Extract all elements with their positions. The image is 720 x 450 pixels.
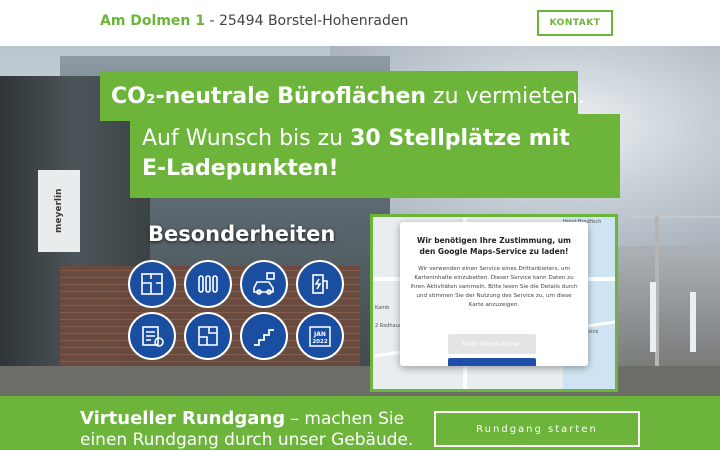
calendar-icon[interactable]: JAN 2022 (296, 312, 344, 360)
calendar-month: JAN (313, 331, 326, 338)
subheadline-banner: Auf Wunsch bis zu 30 Stellplätze mit E-L… (130, 114, 620, 198)
crane-arm (630, 216, 720, 218)
address: Am Dolmen 1 - 25494 Borstel-Hohenraden (100, 13, 408, 29)
features-title: Besonderheiten (148, 222, 336, 246)
address-street: Am Dolmen 1 (100, 13, 205, 29)
tour-bold: Virtueller Rundgang (80, 408, 286, 429)
radiator-icon[interactable] (184, 260, 232, 308)
floorplan-icon[interactable] (128, 260, 176, 308)
charging-station-icon[interactable] (296, 260, 344, 308)
ev-charging-icon[interactable] (240, 260, 288, 308)
headline-rest: zu vermieten. (433, 83, 585, 109)
stairs-icon[interactable] (240, 312, 288, 360)
address-city: - 25494 Borstel-Hohenraden (205, 13, 409, 29)
meter-icon[interactable] (128, 312, 176, 360)
subheadline-pre: Auf Wunsch bis zu (142, 126, 351, 151)
tour-text: Virtueller Rundgang – machen Sie einen R… (80, 408, 420, 450)
accept-button[interactable] (448, 358, 536, 366)
flag (690, 292, 696, 352)
blueprint-icon[interactable] (184, 312, 232, 360)
contact-button[interactable]: KONTAKT (537, 10, 613, 36)
subheadline-bold-1: 30 Stellplätze mit (350, 126, 570, 151)
more-info-button[interactable]: Mehr Informationen (448, 334, 536, 354)
subheadline-bold-2: E-Ladepunkten! (142, 156, 339, 181)
flag (650, 282, 656, 352)
maps-consent-dialog: Wir benötigen Ihre Zustimmung, um den Go… (400, 222, 588, 366)
start-tour-button[interactable]: Rundgang starten (434, 411, 640, 447)
headline-bold: CO₂-neutrale Büroflächen (111, 83, 427, 109)
map-label: Kamb (375, 305, 390, 311)
site-header: Am Dolmen 1 - 25494 Borstel-Hohenraden K… (0, 0, 720, 46)
calendar-year: 2022 (312, 339, 327, 345)
consent-title: Wir benötigen Ihre Zustimmung, um den Go… (417, 236, 571, 256)
building-sign: meyerlin (38, 170, 80, 252)
consent-text: Wir verwenden einen Service eines Dritta… (410, 266, 578, 308)
